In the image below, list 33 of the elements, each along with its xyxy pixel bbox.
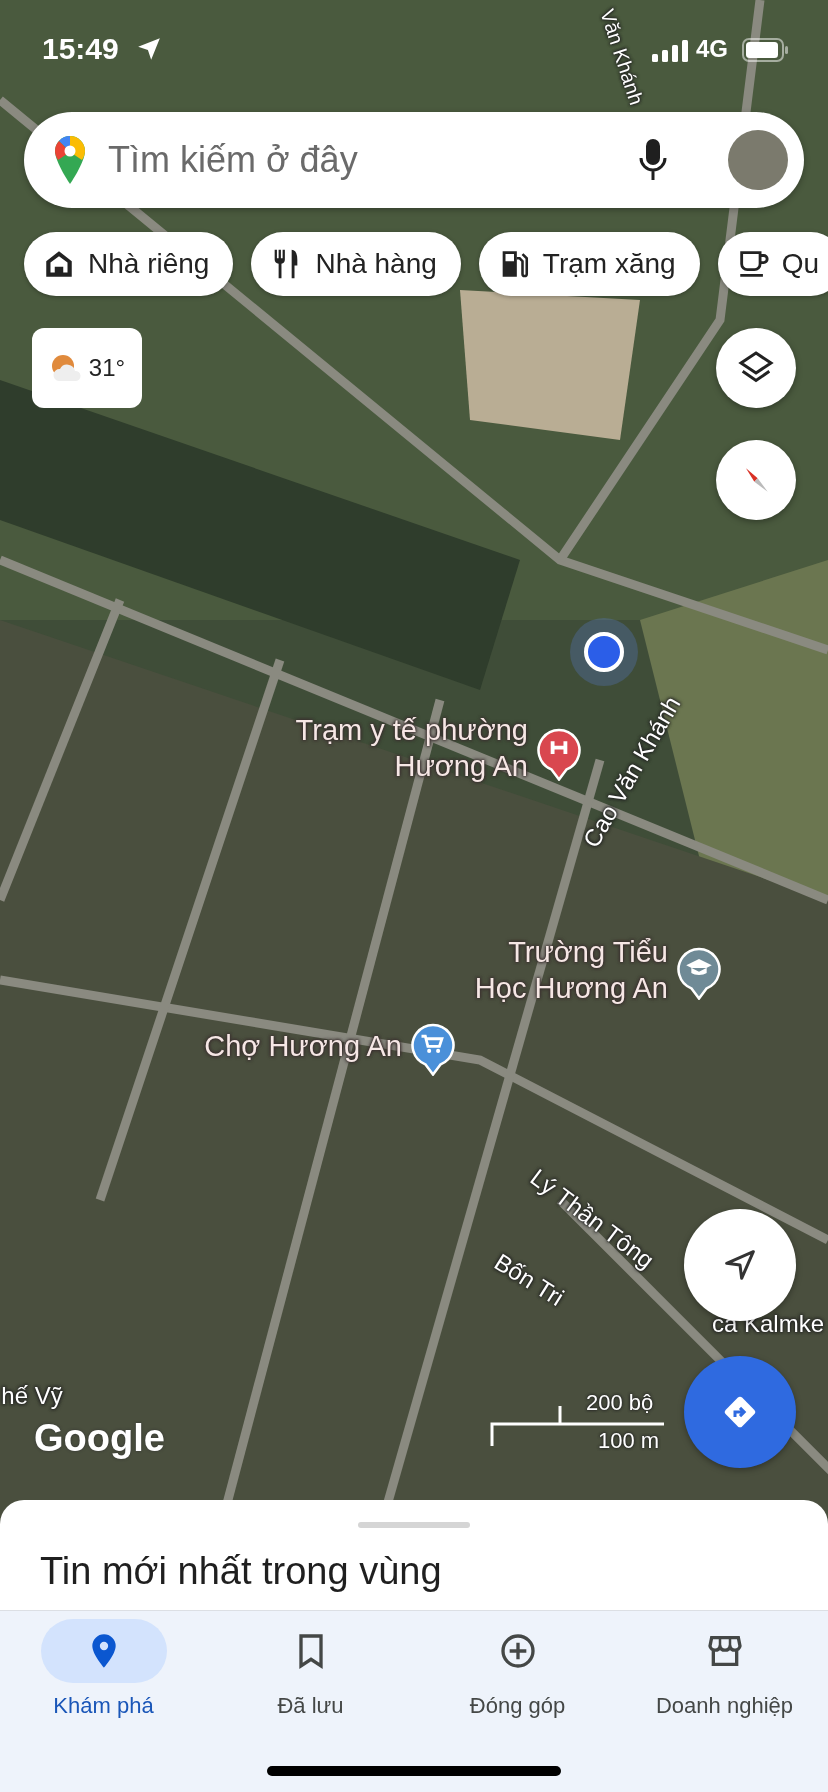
signal-icon xyxy=(652,40,690,62)
street-label: hế Vỹ xyxy=(1,1383,63,1409)
hospital-pin-icon[interactable] xyxy=(536,727,582,781)
category-chip[interactable]: Trạm xăng xyxy=(478,232,700,296)
category-chip[interactable]: Qu xyxy=(717,232,828,296)
nav-tab[interactable]: Đóng góp xyxy=(414,1619,621,1719)
street-label: ca Kalmke xyxy=(712,1311,824,1337)
scale-imperial: 200 bộ xyxy=(586,1390,654,1416)
microphone-icon[interactable] xyxy=(638,138,668,182)
search-field[interactable]: Tìm kiếm ở đây xyxy=(106,138,618,182)
sheet-title: Tin mới nhất trong vùng xyxy=(40,1550,443,1593)
nav-tab[interactable]: Đã lưu xyxy=(207,1619,414,1719)
category-chip[interactable]: Nhà hàng xyxy=(251,232,461,296)
nav-tab[interactable]: Doanh nghiệp xyxy=(621,1619,828,1719)
status-time: 15:49 xyxy=(42,32,119,66)
nav-tab[interactable]: Khám phá xyxy=(0,1619,207,1719)
temperature: 31° xyxy=(88,354,126,382)
battery-icon xyxy=(742,38,788,62)
cart-pin-icon[interactable] xyxy=(410,1022,456,1076)
street-label: Văn Khánh xyxy=(596,6,648,108)
school-pin-icon[interactable] xyxy=(676,946,722,1000)
category-chip[interactable]: Nhà riêng xyxy=(24,232,234,296)
location-arrow-icon xyxy=(136,36,162,62)
weather-badge[interactable]: 31° xyxy=(32,328,142,408)
scale-metric: 100 m xyxy=(598,1428,660,1454)
maps-pin-logo-icon xyxy=(54,135,86,185)
google-logo: Google xyxy=(34,1418,165,1458)
avatar-photo-placeholder[interactable] xyxy=(728,130,788,190)
network-type: 4G xyxy=(696,35,728,63)
drag-handle[interactable] xyxy=(358,1522,470,1528)
place-label[interactable]: Trường Tiểu Học Hương An xyxy=(474,934,668,1006)
search-bar[interactable]: Tìm kiếm ở đây xyxy=(24,112,804,208)
street-label: Bốn Tri xyxy=(489,1248,569,1312)
